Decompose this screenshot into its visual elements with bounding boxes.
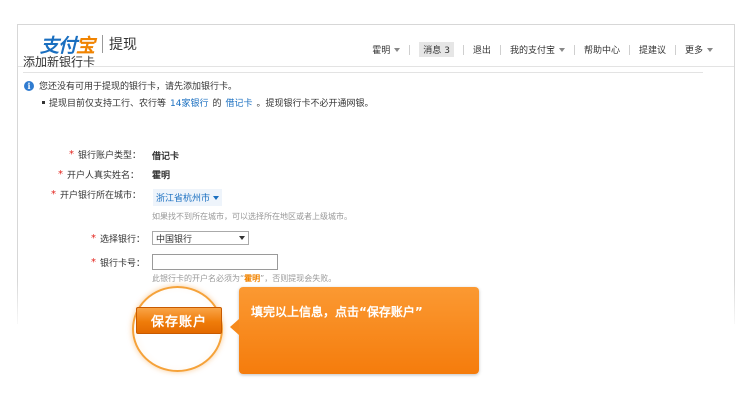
more-label: 更多 <box>684 46 703 56</box>
debit-card-link[interactable]: 借记卡 <box>225 96 252 109</box>
required-mark: * <box>58 169 63 180</box>
required-mark: * <box>51 189 56 200</box>
my-alipay-menu[interactable]: 我的支付宝 <box>501 43 574 56</box>
messages-link[interactable]: 消息 3 <box>410 42 463 57</box>
bank-row: * 选择银行： <box>91 232 145 245</box>
city-selector[interactable]: 浙江省杭州市 <box>153 189 223 206</box>
bullet-icon <box>42 101 45 104</box>
notice-text: 您还没有可用于提现的银行卡，请先添加银行卡。 <box>39 82 238 92</box>
city-value: 浙江省杭州市 <box>156 194 211 204</box>
section-title: 提现 <box>109 37 138 53</box>
logo-divider <box>102 35 104 53</box>
account-type-row: * 银行账户类型： <box>69 148 141 161</box>
city-label: 开户银行所在城市： <box>60 191 142 201</box>
messages-badge: 消息 3 <box>419 42 454 57</box>
holder-row: * 开户人真实姓名： <box>58 168 139 181</box>
bank-label: 选择银行： <box>100 235 146 245</box>
holder-value: 霍明 <box>152 171 171 181</box>
info-icon: i <box>24 80 34 91</box>
help-link[interactable]: 帮助中心 <box>575 43 629 56</box>
messages-count: 3 <box>444 46 450 56</box>
note-prefix: 提现目前仅支持工行、农行等 <box>49 99 167 109</box>
bank-select-value: 中国银行 <box>156 234 193 245</box>
notice-line: i 您还没有可用于提现的银行卡，请先添加银行卡。 <box>24 79 237 92</box>
help-label: 帮助中心 <box>583 46 620 56</box>
top-nav: 霍明 消息 3 退出 我的支付宝 帮助中心 提建议 更多 <box>363 42 722 57</box>
chevron-down-icon <box>558 47 565 52</box>
account-type-value: 借记卡 <box>152 152 180 162</box>
account-type-label: 银行账户类型： <box>78 151 142 161</box>
card-number-label: 银行卡号： <box>100 259 146 269</box>
save-account-button[interactable]: 保存账户 <box>136 307 222 334</box>
chevron-down-icon <box>239 236 245 240</box>
note-mid: 的 <box>212 99 222 109</box>
instruction-bubble <box>230 287 479 374</box>
required-mark: * <box>91 233 96 244</box>
title-divider <box>23 72 703 73</box>
card-number-input[interactable] <box>152 254 278 270</box>
messages-label: 消息 <box>423 46 442 56</box>
holder-label: 开户人真实姓名： <box>67 171 140 181</box>
required-mark: * <box>69 149 74 160</box>
chevron-down-icon <box>213 195 220 200</box>
suggest-label: 提建议 <box>638 46 666 56</box>
city-hint: 如果找不到所在城市，可以选择所在地区或者上级城市。 <box>152 212 352 221</box>
city-row: * 开户银行所在城市： <box>51 188 141 201</box>
page-title: 添加新银行卡 <box>23 55 96 69</box>
bank-select[interactable]: 中国银行 <box>152 231 249 245</box>
user-name: 霍明 <box>372 46 391 56</box>
chevron-down-icon <box>707 47 713 52</box>
note-suffix: 。提现银行卡不必开通网银。 <box>256 99 374 109</box>
top-bar: 支付宝 提现 霍明 消息 3 退出 我的支付宝 帮助中心 提建议 更多 <box>18 25 734 67</box>
chevron-down-icon <box>394 47 401 52</box>
logout-link[interactable]: 退出 <box>464 43 500 56</box>
supported-banks-note: 提现目前仅支持工行、农行等 14家银行 的 借记卡 。提现银行卡不必开通网银。 <box>42 96 374 109</box>
suggest-link[interactable]: 提建议 <box>630 43 675 56</box>
more-menu[interactable]: 更多 <box>676 43 722 56</box>
user-menu[interactable]: 霍明 <box>363 43 409 56</box>
logout-label: 退出 <box>472 46 491 56</box>
banks-list-link[interactable]: 14家银行 <box>170 96 208 109</box>
card-number-row: * 银行卡号： <box>91 256 145 269</box>
my-alipay-label: 我的支付宝 <box>509 46 555 56</box>
instruction-text: 填完以上信息，点击“保存账户” <box>251 305 423 319</box>
required-mark: * <box>91 257 96 268</box>
